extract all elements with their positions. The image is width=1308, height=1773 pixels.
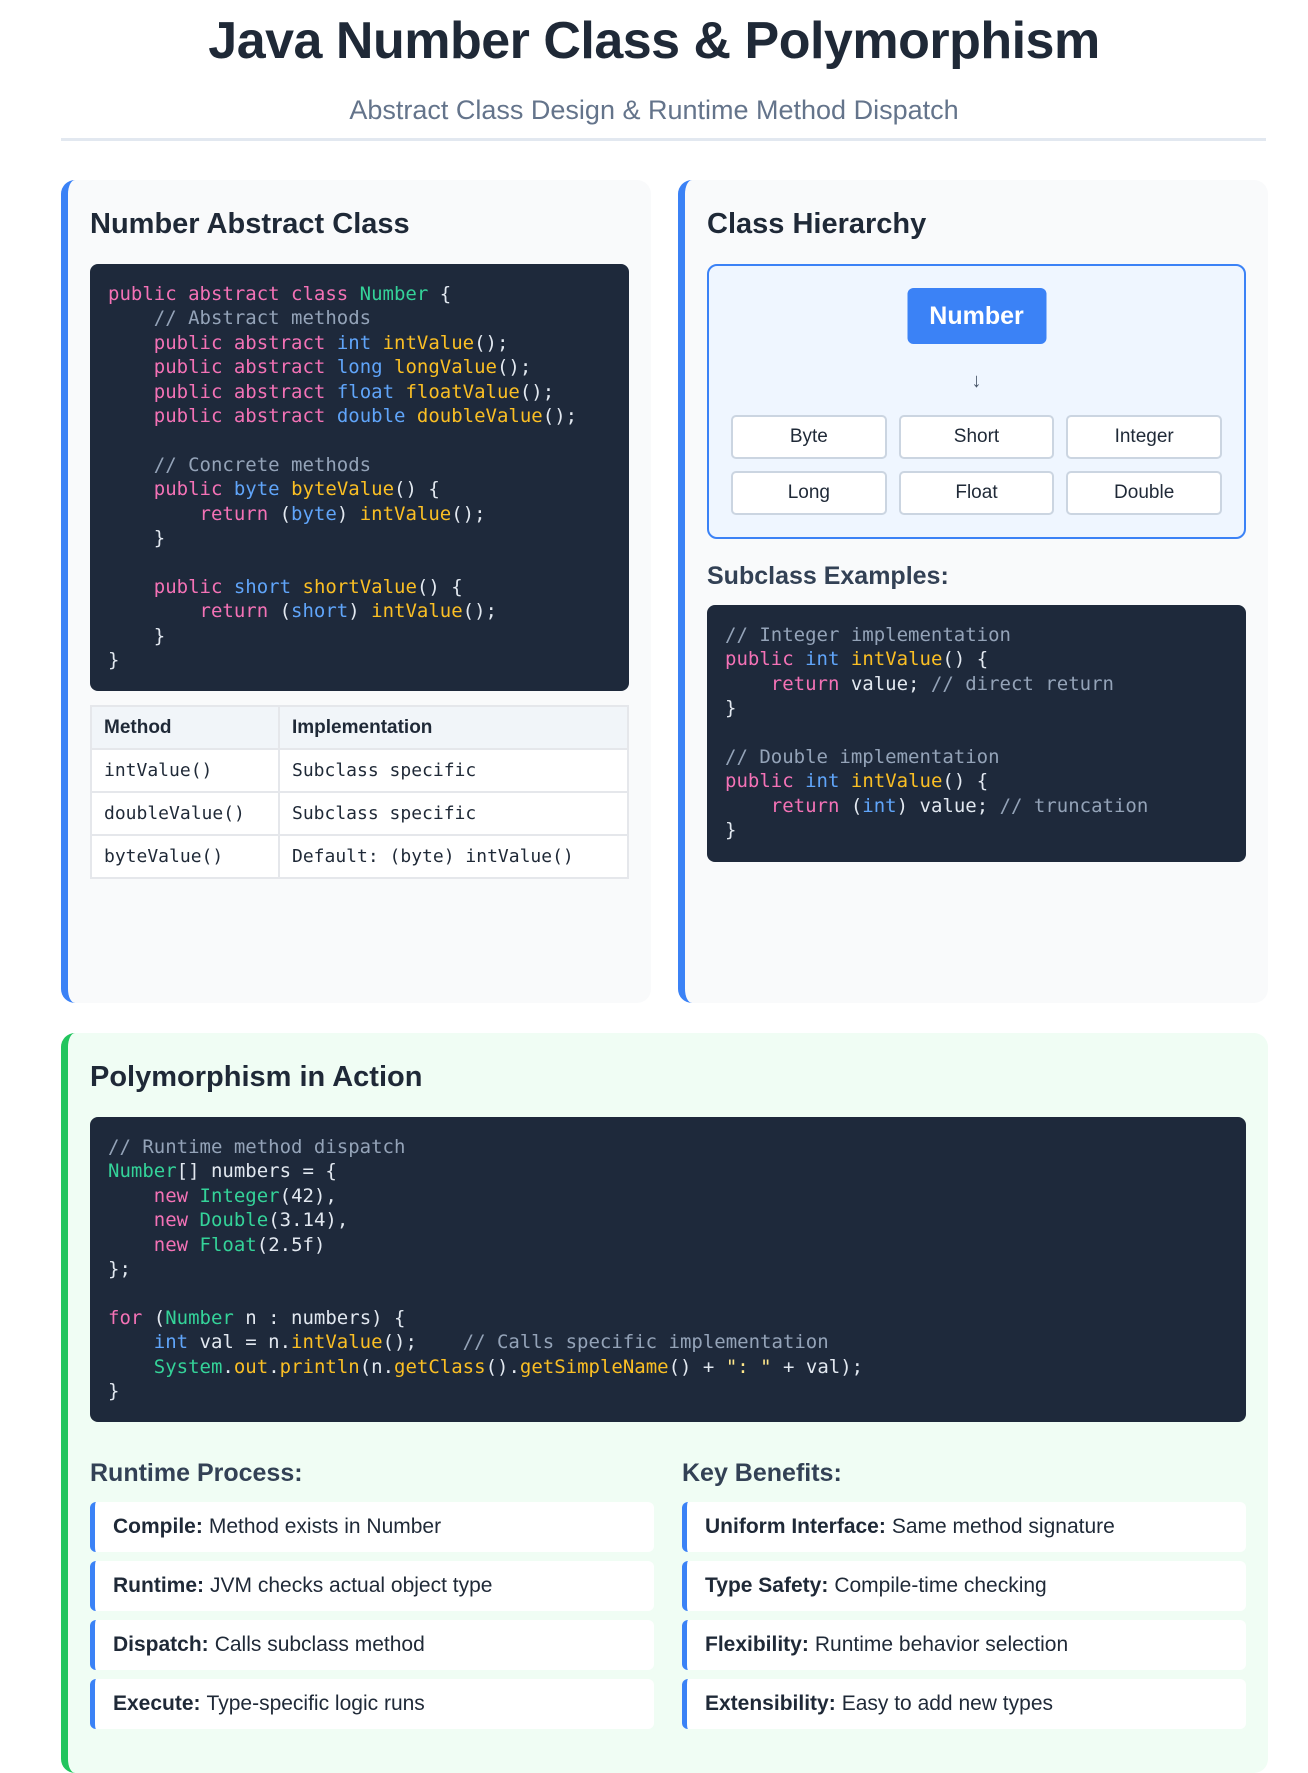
key-benefits-title: Key Benefits: bbox=[682, 1459, 842, 1487]
methods-table: Method Implementation intValue() Subclas… bbox=[90, 705, 629, 879]
runtime-process-title: Runtime Process: bbox=[90, 1459, 303, 1487]
table-row: doubleValue() Subclass specific bbox=[90, 791, 629, 836]
step-label: Dispatch: bbox=[113, 1633, 209, 1656]
page-title: Java Number Class & Polymorphism bbox=[208, 12, 1100, 70]
subclass-node-long: Long bbox=[731, 471, 887, 515]
subclass-node-double: Double bbox=[1066, 471, 1222, 515]
class-hierarchy-title: Class Hierarchy bbox=[707, 208, 927, 240]
page-header: Java Number Class & Polymorphism Abstrac… bbox=[0, 0, 1308, 126]
methods-table-header-row: Method Implementation bbox=[90, 705, 629, 750]
subclass-node-float: Float bbox=[898, 471, 1055, 515]
method-cell: doubleValue() bbox=[90, 791, 280, 836]
benefit-label: Uniform Interface: bbox=[705, 1515, 886, 1538]
page-subtitle: Abstract Class Design & Runtime Method D… bbox=[349, 95, 959, 125]
hierarchy-diagram: Number ↓ Byte Short Integer Long Float D… bbox=[707, 264, 1246, 539]
benefit-text: Easy to add new types bbox=[841, 1692, 1053, 1715]
list-item: Uniform Interface: Same method signature bbox=[682, 1502, 1246, 1552]
polymorphism-code-block: // Runtime method dispatch Number[] numb… bbox=[90, 1117, 1246, 1422]
list-item: Flexibility: Runtime behavior selection bbox=[682, 1620, 1246, 1670]
subclass-node-integer: Integer bbox=[1066, 415, 1222, 459]
benefit-text: Same method signature bbox=[891, 1515, 1115, 1538]
polymorphism-title: Polymorphism in Action bbox=[90, 1061, 423, 1093]
number-abstract-class-card: Number Abstract Class public abstract cl… bbox=[61, 180, 651, 1003]
list-item: Dispatch: Calls subclass method bbox=[90, 1620, 654, 1670]
benefit-label: Type Safety: bbox=[705, 1574, 829, 1597]
list-item: Type Safety: Compile-time checking bbox=[682, 1561, 1246, 1611]
table-row: byteValue() Default: (byte) intValue() bbox=[90, 834, 629, 879]
column-header-implementation: Implementation bbox=[278, 705, 629, 750]
benefit-label: Extensibility: bbox=[705, 1692, 836, 1715]
benefit-label: Flexibility: bbox=[705, 1633, 809, 1656]
list-item: Runtime: JVM checks actual object type bbox=[90, 1561, 654, 1611]
list-item: Extensibility: Easy to add new types bbox=[682, 1679, 1246, 1729]
subclass-examples-code-block: // Integer implementation public int int… bbox=[707, 605, 1246, 862]
implementation-cell: Subclass specific bbox=[278, 791, 629, 836]
subclass-node-short: Short bbox=[898, 415, 1055, 459]
table-row: intValue() Subclass specific bbox=[90, 748, 629, 793]
subclass-grid: Byte Short Integer Long Float Double bbox=[731, 415, 1222, 515]
class-hierarchy-card: Class Hierarchy Number ↓ Byte Short Inte… bbox=[678, 180, 1268, 1003]
step-text: Type-specific logic runs bbox=[206, 1692, 425, 1715]
process-benefits-columns: Runtime Process: Compile: Method exists … bbox=[90, 1458, 1246, 1738]
polymorphism-card: Polymorphism in Action // Runtime method… bbox=[61, 1033, 1268, 1773]
benefit-text: Runtime behavior selection bbox=[814, 1633, 1069, 1656]
arrow-down-icon: ↓ bbox=[971, 370, 982, 392]
step-label: Compile: bbox=[113, 1515, 203, 1538]
list-item: Compile: Method exists in Number bbox=[90, 1502, 654, 1552]
implementation-cell: Subclass specific bbox=[278, 748, 629, 793]
step-label: Execute: bbox=[113, 1692, 201, 1715]
benefit-text: Compile-time checking bbox=[834, 1574, 1047, 1597]
list-item: Execute: Type-specific logic runs bbox=[90, 1679, 654, 1729]
step-text: Method exists in Number bbox=[208, 1515, 442, 1538]
subclass-node-byte: Byte bbox=[731, 415, 887, 459]
method-cell: intValue() bbox=[90, 748, 280, 793]
method-cell: byteValue() bbox=[90, 834, 280, 879]
step-text: Calls subclass method bbox=[214, 1633, 425, 1656]
header-divider bbox=[61, 138, 1266, 141]
implementation-cell: Default: (byte) intValue() bbox=[278, 834, 629, 879]
root-node-number: Number bbox=[907, 288, 1046, 344]
step-label: Runtime: bbox=[113, 1574, 204, 1597]
subclass-examples-title: Subclass Examples: bbox=[707, 562, 949, 590]
step-text: JVM checks actual object type bbox=[210, 1574, 493, 1597]
number-class-title: Number Abstract Class bbox=[90, 208, 410, 240]
key-benefits-column: Key Benefits: Uniform Interface: Same me… bbox=[682, 1458, 1246, 1738]
number-class-code-block: public abstract class Number { // Abstra… bbox=[90, 264, 629, 691]
runtime-process-column: Runtime Process: Compile: Method exists … bbox=[90, 1458, 654, 1738]
column-header-method: Method bbox=[90, 705, 280, 750]
